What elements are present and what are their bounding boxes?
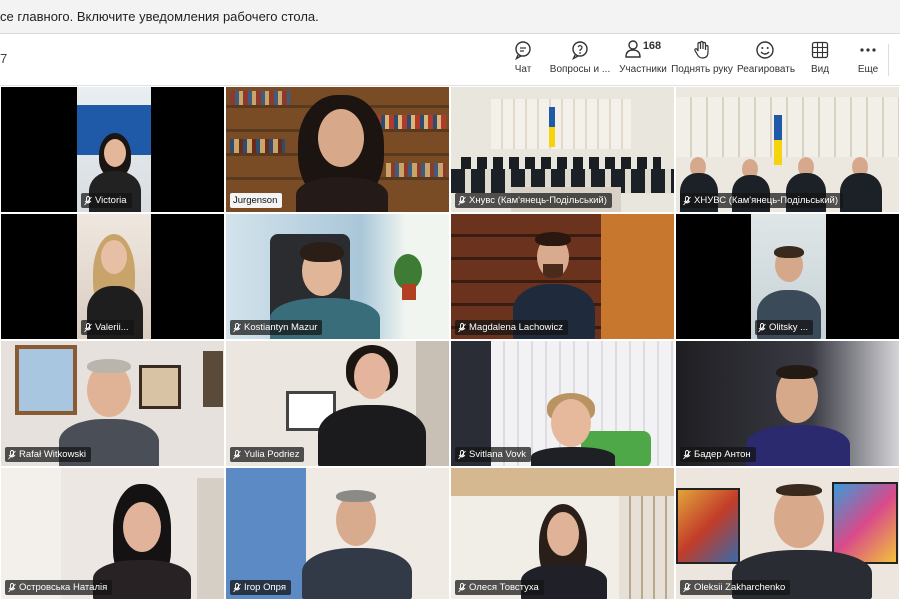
participant-tile[interactable]: Олеся Товстуха (450, 467, 675, 600)
chat-icon (515, 41, 531, 60)
participant-tile[interactable]: Yulia Podriez (225, 340, 450, 467)
participant-name-tag: Бадер Антон (680, 447, 756, 462)
mic-muted-icon (233, 322, 241, 332)
participant-name: Yulia Podriez (244, 449, 300, 460)
chat-button[interactable]: Чат (508, 40, 538, 82)
mic-muted-icon (458, 322, 466, 332)
participant-name: Svitlana Vovk (469, 449, 527, 460)
video-grid: Victoria Jurgenson Хнувс (Кам'янець-Поді… (0, 86, 900, 600)
mic-muted-icon (683, 582, 691, 592)
participant-name-tag: Victoria (81, 193, 132, 208)
mic-muted-icon (8, 582, 16, 592)
participant-tile[interactable]: Бадер Антон (675, 340, 900, 467)
people-icon (625, 40, 641, 58)
participant-tile[interactable]: Rafał Witkowski (0, 340, 225, 467)
participant-tile[interactable]: Jurgenson (225, 86, 450, 213)
participant-tile[interactable]: Valerii... (0, 213, 225, 340)
mic-muted-icon (84, 322, 92, 332)
participant-name: Островська Наталія (19, 582, 108, 593)
participant-tile[interactable]: ХНУВС (Кам'янець-Подільський) (675, 86, 900, 213)
view-label: Вид (810, 64, 830, 75)
mic-muted-icon (8, 449, 16, 459)
mic-muted-icon (233, 449, 241, 459)
mic-muted-icon (458, 449, 466, 459)
more-icon (860, 48, 876, 52)
hand-icon (694, 40, 709, 59)
mic-muted-icon (84, 195, 92, 205)
participant-tile[interactable]: Oleksii Zakharchenko (675, 467, 900, 600)
chat-label: Чат (514, 64, 532, 75)
meeting-toolbar: 7 Чат Вопросы и ... 168 Участники Поднят… (0, 34, 900, 86)
participant-name-tag: Олеся Товстуха (455, 580, 544, 595)
participants-button[interactable]: 168 Участники (617, 40, 669, 82)
notification-text: се главного. Включите уведомления рабоче… (0, 9, 319, 24)
participant-name-tag: Svitlana Vovk (455, 447, 532, 462)
view-button[interactable]: Вид (806, 40, 834, 82)
participant-name: Magdalena Lachowicz (469, 322, 564, 333)
participant-count: 168 (642, 40, 662, 52)
more-button[interactable]: Еще (853, 40, 883, 82)
participant-name: Хнувс (Кам'янець-Подільський) (469, 195, 607, 206)
smile-icon (756, 41, 774, 59)
participant-tile[interactable]: Magdalena Lachowicz (450, 213, 675, 340)
participant-name-tag: Островська Наталія (5, 580, 113, 595)
questions-label: Вопросы и ... (549, 64, 611, 75)
participant-tile[interactable]: Victoria (0, 86, 225, 213)
raise-hand-button[interactable]: Поднять руку (671, 40, 733, 82)
participant-name: Бадер Антон (694, 449, 751, 460)
participant-name: Jurgenson (233, 195, 278, 206)
participant-tile[interactable]: Хнувс (Кам'янець-Подільський) (450, 86, 675, 213)
questions-button[interactable]: Вопросы и ... (548, 40, 612, 82)
participant-name-tag: ХНУВС (Кам'янець-Подільський) (680, 193, 843, 208)
participant-tile[interactable]: Ігор Опря (225, 467, 450, 600)
participant-tile[interactable]: Svitlana Vovk (450, 340, 675, 467)
participant-tile[interactable]: Островська Наталія (0, 467, 225, 600)
mic-muted-icon (758, 322, 766, 332)
participant-tile[interactable]: Olitsky ... (675, 213, 900, 340)
mic-muted-icon (458, 582, 466, 592)
participant-name-tag: Olitsky ... (755, 320, 814, 335)
participant-name: Valerii... (95, 322, 129, 333)
notification-banner: се главного. Включите уведомления рабоче… (0, 0, 900, 34)
participant-name-tag: Хнувс (Кам'янець-Подільський) (455, 193, 612, 208)
participant-name: Ігор Опря (244, 582, 286, 593)
question-icon (572, 41, 588, 60)
participant-name-tag: Kostiantyn Mazur (230, 320, 323, 335)
participant-name-tag: Magdalena Lachowicz (455, 320, 569, 335)
grid-view-icon (811, 41, 829, 59)
mic-muted-icon (683, 195, 691, 205)
participant-name: Oleksii Zakharchenko (694, 582, 786, 593)
mic-muted-icon (458, 195, 466, 205)
participant-name: Олеся Товстуха (469, 582, 539, 593)
participant-name-tag: Jurgenson (230, 193, 283, 208)
participant-name: Rafał Witkowski (19, 449, 87, 460)
react-label: Реагировать (737, 64, 796, 75)
participant-name-tag: Yulia Podriez (230, 447, 305, 462)
more-label: Еще (857, 64, 879, 75)
mic-muted-icon (683, 449, 691, 459)
raise-hand-label: Поднять руку (671, 64, 733, 75)
react-button[interactable]: Реагировать (737, 40, 796, 82)
participant-name: Olitsky ... (769, 322, 809, 333)
meeting-time-fragment: 7 (0, 51, 8, 66)
participant-name-tag: Ігор Опря (230, 580, 291, 595)
mic-muted-icon (233, 582, 241, 592)
participant-tile[interactable]: Kostiantyn Mazur (225, 213, 450, 340)
participant-name: Kostiantyn Mazur (244, 322, 318, 333)
participants-label: Участники (619, 64, 667, 75)
participant-name: ХНУВС (Кам'янець-Подільський) (694, 195, 838, 206)
participant-name-tag: Oleksii Zakharchenko (680, 580, 791, 595)
toolbar-divider (888, 44, 889, 76)
participant-name-tag: Rafał Witkowski (5, 447, 92, 462)
participant-name: Victoria (95, 195, 127, 206)
participant-name-tag: Valerii... (81, 320, 134, 335)
